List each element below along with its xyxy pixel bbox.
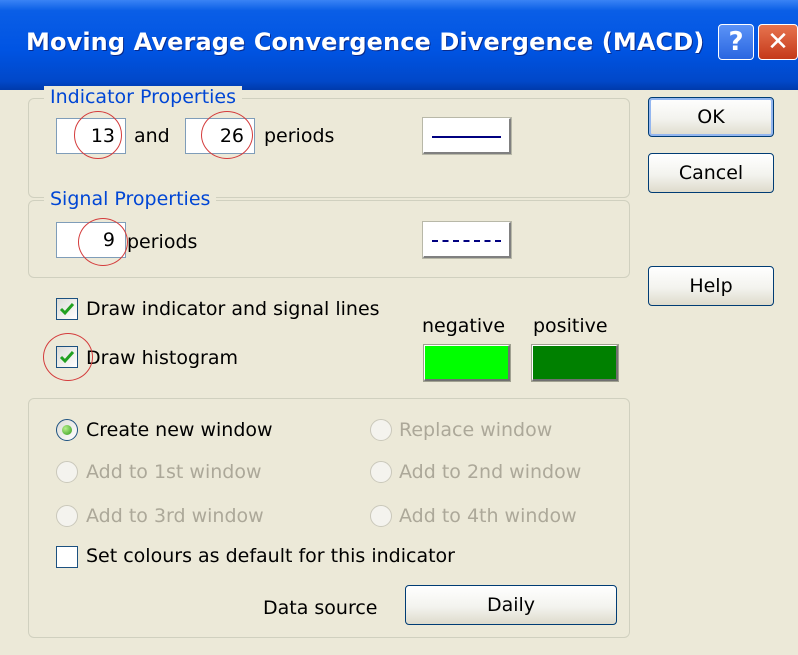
positive-color-swatch[interactable] — [531, 344, 619, 382]
add-4th-window-label: Add to 4th window — [399, 505, 577, 527]
dashed-line-sample — [432, 239, 501, 242]
replace-window-radio[interactable] — [370, 419, 392, 441]
ok-button[interactable]: OK — [648, 97, 774, 137]
signal-line-style-button[interactable] — [422, 221, 512, 259]
data-source-label: Data source — [263, 597, 378, 619]
signal-period-input[interactable]: 9 — [56, 222, 126, 258]
draw-histogram-label[interactable]: Draw histogram — [86, 346, 238, 370]
fast-period-input[interactable]: 13 — [56, 118, 126, 154]
data-source-button[interactable]: Daily — [405, 585, 617, 625]
set-default-checkbox[interactable] — [56, 546, 78, 568]
signal-properties-legend: Signal Properties — [44, 188, 217, 210]
cancel-button[interactable]: Cancel — [648, 153, 774, 193]
title-bar[interactable]: Moving Average Convergence Divergence (M… — [0, 0, 798, 90]
checkmark-icon — [59, 303, 75, 316]
indicator-periods-label: periods — [264, 125, 335, 147]
slow-period-input[interactable]: 26 — [185, 118, 255, 154]
set-default-label[interactable]: Set colours as default for this indicato… — [86, 544, 455, 568]
solid-line-sample — [432, 135, 501, 138]
radio-dot-icon — [62, 425, 72, 435]
draw-histogram-checkbox[interactable] — [56, 346, 78, 368]
draw-lines-checkbox[interactable] — [56, 298, 78, 320]
indicator-line-style-button[interactable] — [422, 117, 512, 155]
checkmark-icon — [59, 351, 75, 364]
add-1st-window-label: Add to 1st window — [86, 461, 262, 483]
signal-periods-label: periods — [127, 231, 198, 253]
positive-label: positive — [533, 315, 608, 337]
create-new-window-radio[interactable] — [56, 419, 78, 441]
add-2nd-window-radio[interactable] — [370, 461, 392, 483]
add-3rd-window-radio[interactable] — [56, 505, 78, 527]
add-2nd-window-label: Add to 2nd window — [399, 461, 582, 483]
indicator-properties-legend: Indicator Properties — [44, 86, 243, 108]
window-title: Moving Average Convergence Divergence (M… — [26, 28, 705, 56]
draw-lines-label[interactable]: Draw indicator and signal lines — [86, 297, 380, 321]
add-3rd-window-label: Add to 3rd window — [86, 505, 264, 527]
negative-label: negative — [422, 315, 506, 337]
add-1st-window-radio[interactable] — [56, 461, 78, 483]
negative-color-swatch[interactable] — [423, 344, 511, 382]
close-icon[interactable]: ✕ — [758, 24, 798, 60]
create-new-window-label[interactable]: Create new window — [86, 418, 273, 442]
and-label: and — [134, 125, 170, 147]
replace-window-label: Replace window — [399, 419, 553, 441]
help-icon[interactable]: ? — [718, 24, 754, 60]
add-4th-window-radio[interactable] — [370, 505, 392, 527]
help-button[interactable]: Help — [648, 266, 774, 306]
